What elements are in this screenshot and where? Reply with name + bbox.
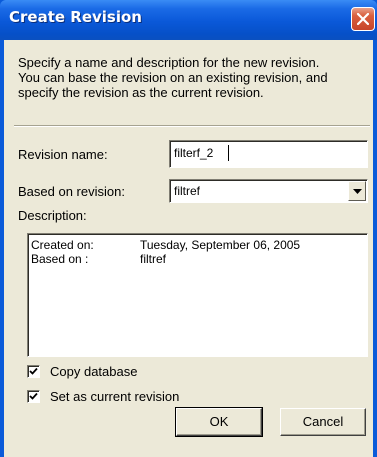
set-current-revision-label[interactable]: Set as current revision — [50, 389, 179, 404]
copy-database-label[interactable]: Copy database — [50, 364, 137, 379]
text-caret — [228, 145, 229, 161]
description-based-on-value: filtref — [140, 252, 167, 266]
intro-text: Specify a name and description for the n… — [18, 55, 370, 100]
dialog-title: Create Revision — [9, 8, 142, 26]
separator — [14, 125, 370, 127]
check-icon — [29, 392, 38, 400]
cancel-button[interactable]: Cancel — [280, 408, 366, 436]
dialog-body: Specify a name and description for the n… — [4, 40, 373, 457]
based-on-revision-select[interactable]: filtref — [169, 179, 368, 203]
description-content: Created on: Tuesday, September 06, 2005 B… — [31, 238, 300, 266]
description-line: Based on : filtref — [31, 252, 300, 266]
ok-button[interactable]: OK — [175, 407, 263, 437]
created-on-value: Tuesday, September 06, 2005 — [140, 238, 301, 252]
check-icon — [29, 367, 38, 375]
description-based-on-label: Based on : — [31, 252, 89, 266]
copy-database-checkbox[interactable] — [27, 365, 40, 378]
description-line: Created on: Tuesday, September 06, 2005 — [31, 238, 300, 252]
dropdown-button[interactable] — [348, 181, 366, 201]
revision-name-input[interactable]: filterf_2 — [169, 140, 368, 168]
revision-name-value: filterf_2 — [174, 146, 214, 160]
title-bar[interactable]: Create Revision — [0, 0, 377, 40]
close-icon — [357, 13, 369, 25]
revision-name-label: Revision name: — [18, 147, 108, 162]
intro-line: You can base the revision on an existing… — [18, 70, 328, 85]
based-on-revision-label: Based on revision: — [18, 184, 125, 199]
description-textarea[interactable]: Created on: Tuesday, September 06, 2005 B… — [27, 233, 368, 357]
close-button[interactable] — [351, 7, 375, 31]
created-on-label: Created on: — [31, 238, 94, 252]
create-revision-dialog: Create Revision Specify a name and descr… — [0, 0, 377, 457]
chevron-down-icon — [353, 189, 362, 194]
intro-line: Specify a name and description for the n… — [18, 55, 320, 70]
set-current-revision-checkbox[interactable] — [27, 390, 40, 403]
based-on-revision-value: filtref — [174, 184, 201, 198]
intro-line: specify the revision as the current revi… — [18, 85, 264, 100]
description-label: Description: — [18, 208, 87, 223]
